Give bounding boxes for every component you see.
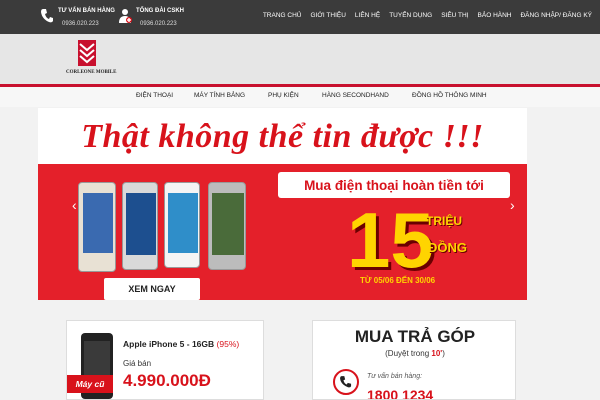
- phone-icon: [333, 369, 359, 395]
- product-condition: (95%): [216, 339, 240, 349]
- sales-contact[interactable]: TƯ VẤN BÁN HÀNG 0936.020.223: [40, 6, 120, 32]
- nav-home[interactable]: TRANG CHỦ: [263, 12, 302, 19]
- installment-subtitle-prefix: (Duyệt trong: [385, 349, 432, 358]
- support-contact[interactable]: TỔNG ĐÀI CSKH 0936.020.223: [118, 6, 198, 32]
- installment-panel[interactable]: MUA TRẢ GÓP (Duyệt trong 10') Tư vấn bán…: [312, 320, 516, 400]
- chevron-right-icon[interactable]: ›: [510, 198, 520, 212]
- nav-contact[interactable]: LIÊN HỆ: [355, 12, 380, 19]
- product-card[interactable]: Apple iPhone 5 - 16GB (95%) Giá bán 4.99…: [66, 320, 264, 400]
- product-price: 4.990.000Đ: [123, 371, 211, 390]
- menu-item-smartwatch[interactable]: ĐỒNG HỒ THÔNG MINH: [412, 92, 487, 99]
- banner-headline: Thật không thể tin được !!!: [81, 118, 484, 155]
- banner-amount: 15: [347, 196, 434, 284]
- nav-about[interactable]: GIỚI THIỆU: [310, 12, 345, 19]
- sales-label: TƯ VẤN BÁN HÀNG: [58, 8, 115, 14]
- banner-cta-button[interactable]: XEM NGAY: [104, 278, 200, 300]
- top-bar: TƯ VẤN BÁN HÀNG 0936.020.223 TỔNG ĐÀI CS…: [0, 0, 600, 34]
- support-label: TỔNG ĐÀI CSKH: [136, 8, 184, 14]
- banner-subhead: Mua điện thoại hoàn tiền tới: [278, 172, 510, 198]
- banner-cta-label: XEM NGAY: [128, 284, 176, 294]
- logo-brand-text: CORLEONE MOBILE: [66, 70, 117, 75]
- product-price-label: Giá bán: [123, 359, 152, 368]
- menu-item-tablets[interactable]: MÁY TÍNH BẢNG: [194, 92, 245, 99]
- promo-banner[interactable]: Thật không thể tin được !!! Mua điện tho…: [38, 108, 527, 300]
- installment-subtitle-suffix: ): [442, 349, 445, 358]
- installment-subtitle-time: 10': [431, 349, 443, 358]
- product-name-text: Apple iPhone 5 - 16GB: [123, 339, 215, 349]
- logo-mark-icon: [78, 40, 96, 66]
- nav-stores[interactable]: SIÊU THỊ: [441, 12, 468, 19]
- installment-subtitle: (Duyệt trong 10'): [313, 349, 515, 358]
- phone-image-grey: [208, 182, 246, 270]
- top-nav: TRANG CHỦ GIỚI THIỆU LIÊN HỆ TUYỂN DỤNG …: [263, 12, 592, 19]
- site-logo[interactable]: CORLEONE MOBILE: [66, 40, 117, 82]
- banner-unit-top: TRIỆU: [426, 214, 462, 228]
- phone-image-silver: [164, 182, 200, 268]
- nav-careers[interactable]: TUYỂN DỤNG: [389, 12, 432, 19]
- main-menu: ĐIỆN THOẠI MÁY TÍNH BẢNG PHỤ KIỆN HÀNG S…: [0, 87, 600, 107]
- banner-unit-bottom: ĐỒNG: [428, 240, 467, 255]
- phone-image-white: [122, 182, 158, 270]
- banner-subhead-text: Mua điện thoại hoàn tiền tới: [304, 177, 484, 193]
- used-badge-text: Máy cũ: [75, 379, 105, 389]
- installment-hotline[interactable]: 1800 1234: [367, 387, 433, 399]
- nav-login-register[interactable]: ĐĂNG NHẬP/ ĐĂNG KÝ: [520, 12, 592, 19]
- support-agent-icon: [119, 9, 132, 23]
- installment-hotline-label: Tư vấn bán hàng:: [367, 373, 423, 380]
- installment-title: MUA TRẢ GÓP: [354, 327, 476, 346]
- menu-item-phones[interactable]: ĐIỆN THOẠI: [136, 92, 173, 99]
- menu-item-secondhand[interactable]: HÀNG SECONDHAND: [322, 92, 389, 99]
- site-header: CORLEONE MOBILE: [0, 34, 600, 84]
- product-name[interactable]: Apple iPhone 5 - 16GB (95%): [123, 339, 239, 349]
- chevron-left-icon[interactable]: ‹: [72, 198, 82, 212]
- phone-icon: [41, 9, 53, 23]
- used-badge: Máy cũ: [67, 375, 113, 393]
- banner-dates: TỪ 05/06 ĐẾN 30/06: [360, 276, 436, 285]
- sales-phone[interactable]: 0936.020.223: [62, 21, 99, 27]
- menu-item-accessories[interactable]: PHỤ KIỆN: [268, 92, 299, 99]
- nav-warranty[interactable]: BẢO HÀNH: [478, 12, 512, 19]
- phone-image-gold: [78, 182, 116, 272]
- support-phone[interactable]: 0936.020.223: [140, 21, 177, 27]
